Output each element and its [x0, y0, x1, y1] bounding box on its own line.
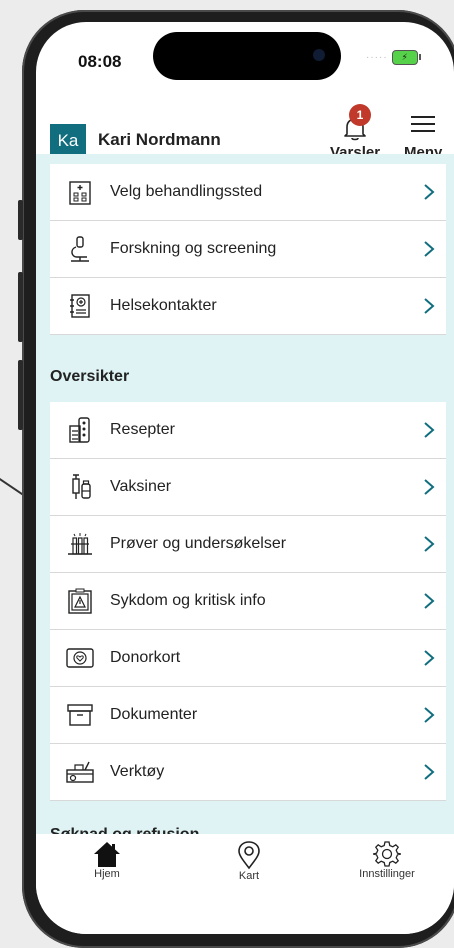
signal-icon: ····· — [366, 52, 388, 63]
archive-box-icon — [67, 704, 93, 726]
status-time: 08:08 — [78, 52, 122, 71]
tab-settings[interactable]: Innstillinger — [332, 840, 442, 880]
chevron-right-icon — [424, 593, 435, 609]
volume-up-button — [18, 272, 23, 342]
contact-book-icon — [70, 294, 90, 318]
map-pin-icon — [238, 841, 260, 870]
toolbox-icon — [66, 761, 94, 783]
tab-home[interactable]: Hjem — [52, 840, 162, 880]
phone-screen: 08:08 ····· ⚡ Ka Kari Nordmann 1 Varsler — [36, 22, 454, 934]
list-item-label: Dokumenter — [110, 706, 198, 723]
chevron-right-icon — [424, 479, 435, 495]
list-item-sykdom-og-kritisk-info[interactable]: Sykdom og kritisk info — [50, 573, 446, 630]
list-item-label: Helsekontakter — [110, 297, 217, 314]
gear-icon — [373, 841, 401, 867]
list-item-label: Donorkort — [110, 649, 181, 666]
syringe-icon — [72, 474, 91, 499]
silent-switch — [18, 200, 23, 240]
chevron-right-icon — [424, 764, 435, 780]
status-indicators: ····· ⚡ — [366, 50, 421, 65]
list-item-helsekontakter[interactable]: Helsekontakter — [50, 278, 446, 335]
tab-home-label: Hjem — [94, 868, 120, 880]
notification-count-badge: 1 — [349, 104, 372, 126]
tab-map[interactable]: Kart — [194, 840, 304, 882]
list-item-label: Prøver og undersøkelser — [110, 535, 287, 552]
list-item-label: Resepter — [110, 421, 175, 438]
test-tubes-icon — [68, 533, 92, 555]
donor-card-icon — [66, 648, 94, 668]
list-item-dokumenter[interactable]: Dokumenter — [50, 687, 446, 744]
chevron-right-icon — [424, 298, 435, 314]
chevron-right-icon — [424, 536, 435, 552]
tab-settings-label: Innstillinger — [359, 868, 415, 880]
hamburger-menu-icon — [411, 116, 436, 132]
chevron-right-icon — [424, 241, 435, 257]
camera-icon — [313, 49, 325, 61]
tab-map-label: Kart — [238, 870, 260, 882]
list-item-label: Forskning og screening — [110, 240, 277, 257]
list-item-label: Verktøy — [110, 763, 165, 780]
microscope-icon — [71, 236, 89, 262]
bottom-tab-bar: Hjem Kart Innstillinger — [36, 834, 454, 934]
dynamic-island — [153, 32, 341, 80]
content-list[interactable]: Velg behandlingssted Forskning og screen… — [36, 154, 454, 854]
chevron-right-icon — [424, 422, 435, 438]
list-item-label: Velg behandlingssted — [110, 183, 263, 200]
list-item-prover-og-undersokelser[interactable]: Prøver og undersøkelser — [50, 516, 446, 573]
chevron-right-icon — [424, 650, 435, 666]
list-item-vaksiner[interactable]: Vaksiner — [50, 459, 446, 516]
list-item-label: Vaksiner — [110, 478, 172, 495]
user-name[interactable]: Kari Nordmann — [98, 130, 221, 150]
menu-button[interactable]: Meny — [404, 104, 442, 161]
list-item-resepter[interactable]: Resepter — [50, 402, 446, 459]
list-item-donorkort[interactable]: Donorkort — [50, 630, 446, 687]
chevron-right-icon — [424, 184, 435, 200]
home-icon — [94, 842, 120, 867]
battery-charging-icon: ⚡ — [391, 50, 421, 65]
list-item-forskning-og-screening[interactable]: Forskning og screening — [50, 221, 446, 278]
warning-clipboard-icon — [68, 588, 92, 614]
list-item-velg-behandlingssted[interactable]: Velg behandlingssted — [50, 164, 446, 221]
section-title-oversikter: Oversikter — [50, 368, 130, 385]
volume-down-button — [18, 360, 23, 430]
notifications-button[interactable]: 1 Varsler — [330, 104, 380, 161]
chevron-right-icon — [424, 707, 435, 723]
avatar[interactable]: Ka — [50, 124, 86, 158]
hospital-building-icon — [69, 181, 91, 205]
prescription-icon — [69, 417, 90, 443]
list-item-label: Sykdom og kritisk info — [110, 592, 266, 609]
list-item-verktoy[interactable]: Verktøy — [50, 744, 446, 801]
